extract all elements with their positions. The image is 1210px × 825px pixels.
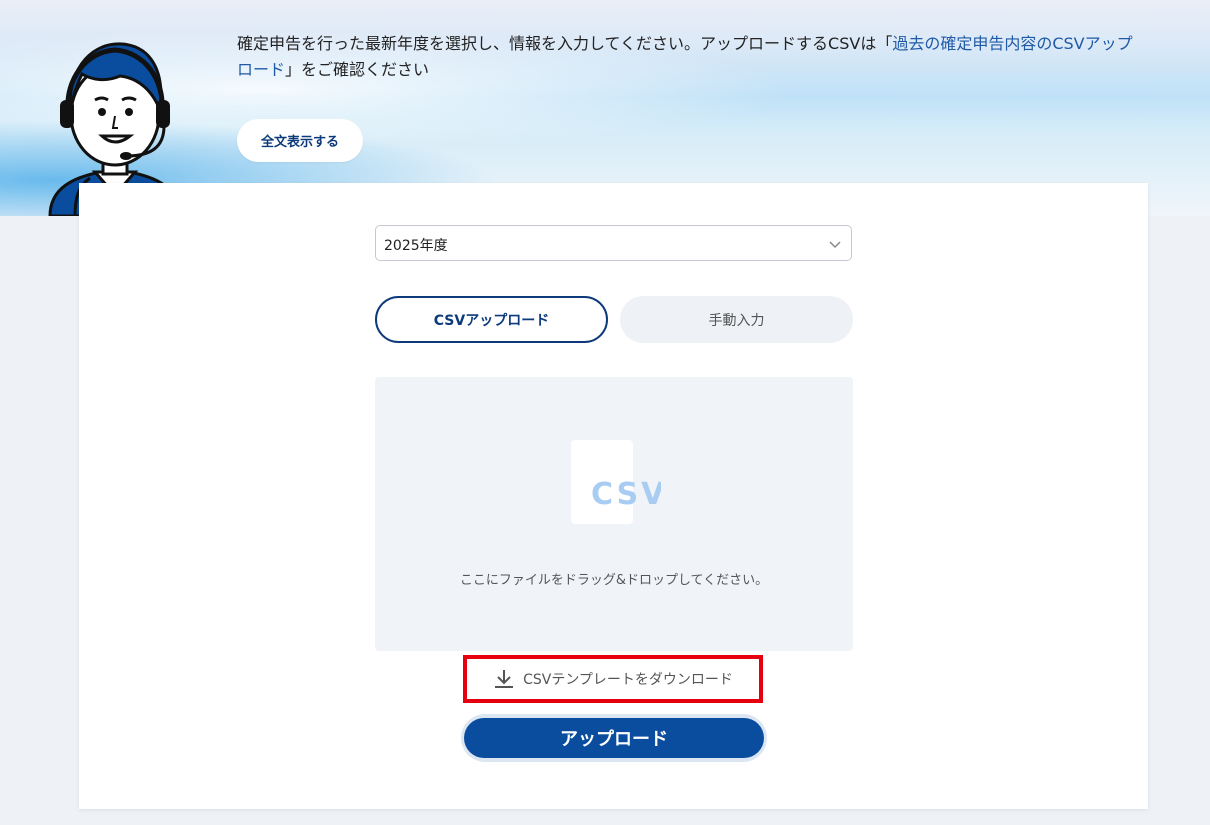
tab-manual-input[interactable]: 手動入力: [620, 296, 853, 343]
download-icon: [495, 670, 514, 688]
csv-template-download-link[interactable]: CSVテンプレートをダウンロード: [463, 655, 763, 703]
show-all-button[interactable]: 全文表示する: [237, 119, 363, 162]
tab-csv-upload[interactable]: CSVアップロード: [375, 296, 608, 343]
year-select-value: 2025年度: [384, 238, 448, 254]
upload-button-wrapper: アップロード: [461, 714, 767, 762]
chevron-down-icon: [829, 241, 841, 249]
dropzone-instruction: ここにファイルをドラッグ&ドロップしてください。: [459, 573, 769, 588]
upload-button[interactable]: アップロード: [464, 718, 764, 758]
csv-icon-text: CSV: [591, 477, 661, 512]
intro-text-before: 確定申告を行った最新年度を選択し、情報を入力してください。アップロードするCSV…: [237, 34, 893, 53]
intro-text-after: 」をご確認ください: [285, 60, 430, 79]
year-select[interactable]: 2025年度: [375, 225, 852, 261]
intro-text: 確定申告を行った最新年度を選択し、情報を入力してください。アップロードするCSV…: [237, 31, 1147, 83]
csv-template-download-label: CSVテンプレートをダウンロード: [523, 672, 733, 688]
file-dropzone[interactable]: CSV ここにファイルをドラッグ&ドロップしてください。: [375, 377, 853, 651]
csv-file-icon: CSV: [571, 440, 661, 524]
upload-card: 2025年度 CSVアップロード 手動入力 CSV ここにファイルをドラッグ&ド…: [79, 183, 1148, 809]
